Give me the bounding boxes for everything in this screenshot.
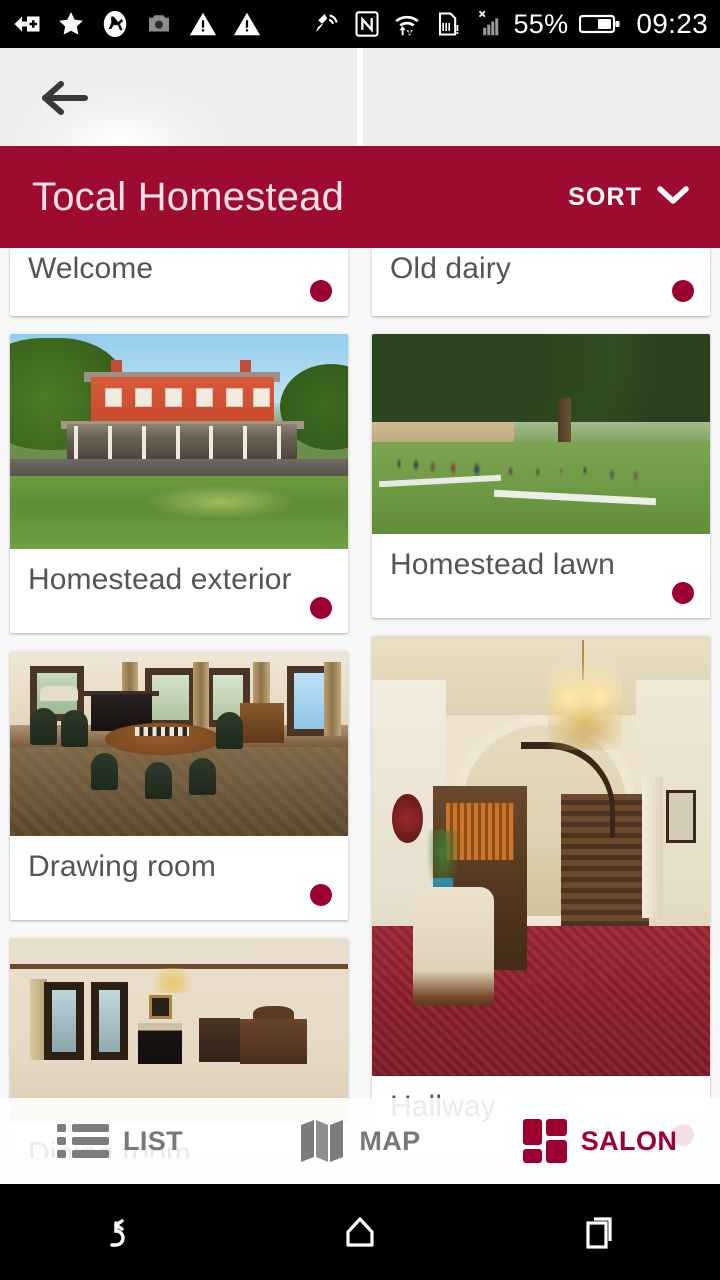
- signal-no-service-icon: [472, 9, 502, 39]
- tile-title: Drawing room: [28, 850, 216, 883]
- tile-card[interactable]: Old dairy: [372, 248, 710, 316]
- warning-icon: [232, 9, 262, 39]
- tab-salon[interactable]: SALON: [480, 1098, 720, 1184]
- tile-status-dot: [310, 280, 332, 302]
- status-bar-right-icons: 55% 09:23: [312, 8, 720, 40]
- tile-title: Homestead lawn: [390, 548, 615, 581]
- list-icon: [56, 1124, 109, 1158]
- sd-card-alert-icon: [433, 10, 461, 38]
- android-home-icon[interactable]: [240, 1184, 480, 1280]
- star-icon: [56, 9, 86, 39]
- status-bar-left-icons: [0, 9, 262, 39]
- sort-button[interactable]: SORT: [566, 177, 692, 218]
- salon-grid-icon: [522, 1119, 567, 1163]
- do-not-disturb-icon: [100, 9, 130, 39]
- tile-photo-homestead-lawn: [372, 334, 710, 534]
- android-navigation-bar: [0, 1184, 720, 1280]
- tile-status-dot: [672, 280, 694, 302]
- tab-salon-label: SALON: [580, 1125, 678, 1156]
- tile-card[interactable]: Hallway: [372, 636, 710, 1158]
- battery-percent-label: 55%: [513, 8, 569, 39]
- page-header: Tocal Homestead SORT: [0, 146, 720, 248]
- status-bar: 55% 09:23: [0, 0, 720, 48]
- app-screen: 55% 09:23 Tocal Homestead SORT Welcome H…: [0, 0, 720, 1280]
- back-arrow-icon[interactable]: [34, 70, 96, 126]
- tile-card[interactable]: Homestead lawn: [372, 334, 710, 618]
- tile-status-dot: [672, 582, 694, 604]
- tab-map-label: MAP: [359, 1125, 421, 1156]
- cast-screen-icon: [312, 9, 342, 39]
- tile-card[interactable]: Homestead exterior: [10, 334, 348, 633]
- wifi-data-transfer-icon: [392, 9, 422, 39]
- android-back-icon[interactable]: [0, 1184, 240, 1280]
- android-recents-icon[interactable]: [480, 1184, 720, 1280]
- camera-icon: [144, 9, 174, 39]
- tile-title: Old dairy: [390, 252, 511, 285]
- tile-title: Homestead exterior: [28, 563, 292, 596]
- chevron-down-icon: [656, 183, 690, 212]
- battery-icon: [579, 12, 621, 36]
- tab-list[interactable]: LIST: [0, 1098, 240, 1184]
- clock-label: 09:23: [636, 8, 708, 39]
- tile-photo-drawing-room: [10, 651, 348, 836]
- tiles-grid[interactable]: Welcome Homestead exterior Drawing room …: [0, 248, 720, 1158]
- nfc-icon: [353, 10, 381, 38]
- tiles-column-left: Welcome Homestead exterior Drawing room: [10, 248, 348, 1158]
- bottom-tab-bar: LIST MAP SALON: [0, 1098, 720, 1184]
- page-title: Tocal Homestead: [32, 174, 345, 219]
- tile-photo-homestead-exterior: [10, 334, 348, 549]
- tile-card[interactable]: Drawing room: [10, 651, 348, 920]
- tile-photo-dining-room: [10, 938, 348, 1123]
- tile-card[interactable]: Welcome: [10, 248, 348, 316]
- sort-button-label: SORT: [568, 182, 642, 211]
- tile-status-dot: [310, 884, 332, 906]
- tab-list-label: LIST: [122, 1125, 184, 1156]
- map-icon: [299, 1119, 345, 1163]
- hero-image-strip: [0, 48, 720, 148]
- tile-title: Welcome: [28, 252, 154, 285]
- tile-status-dot: [310, 597, 332, 619]
- tile-photo-hallway: [372, 636, 710, 1076]
- tiles-column-right: Old dairy Homestead lawn: [372, 248, 710, 1158]
- tab-map[interactable]: MAP: [240, 1098, 480, 1184]
- warning-icon: [188, 9, 218, 39]
- sim-card-add-icon: [12, 9, 42, 39]
